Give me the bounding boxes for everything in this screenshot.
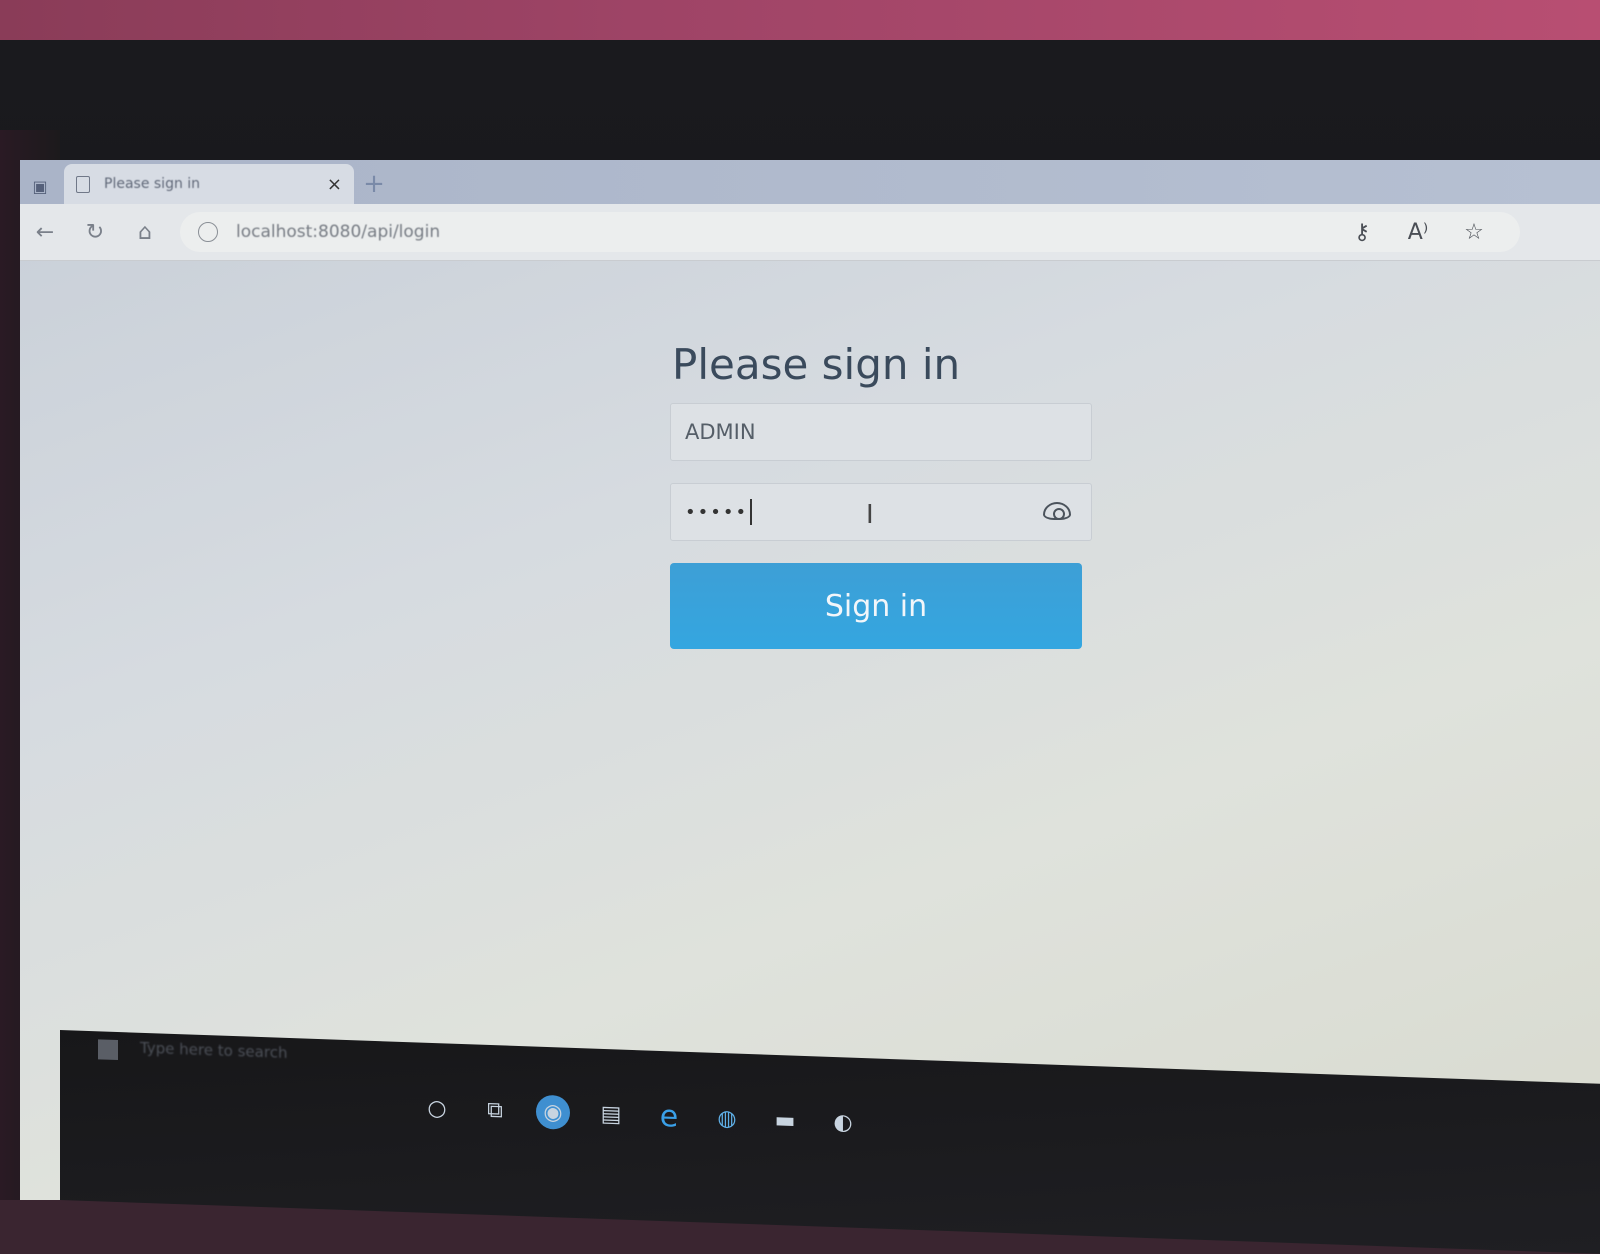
show-password-icon[interactable]: [1043, 502, 1071, 520]
chrome-icon[interactable]: ◍: [710, 1101, 744, 1136]
site-info-icon[interactable]: [198, 222, 218, 242]
page-title: Please sign in: [672, 340, 961, 389]
sign-in-button[interactable]: Sign in: [670, 563, 1082, 649]
taskbar-search[interactable]: Type here to search: [140, 1039, 287, 1062]
navigation-bar: ← ↻ ⌂ localhost:8080/api/login ⚷ A⁾ ☆: [20, 204, 1600, 261]
login-form: Please sign in ADMIN ••••• I Sign in: [670, 340, 1100, 649]
text-cursor-icon: I: [866, 500, 874, 530]
key-icon[interactable]: ⚷: [1334, 220, 1390, 245]
url-text[interactable]: localhost:8080/api/login: [236, 222, 1334, 242]
taskbar-icons: ○ ⧉ ◉ ▤ e ◍ ▬ ◐: [420, 1091, 860, 1140]
home-button[interactable]: ⌂: [120, 220, 170, 245]
read-aloud-icon[interactable]: A⁾: [1390, 220, 1446, 245]
page-icon: [76, 175, 90, 193]
tab-please-sign-in[interactable]: Please sign in ×: [64, 164, 354, 204]
edge-icon[interactable]: e: [652, 1098, 686, 1134]
new-tab-button[interactable]: +: [354, 164, 394, 204]
add-favorite-icon[interactable]: ☆: [1446, 220, 1502, 245]
username-value[interactable]: ADMIN: [685, 420, 756, 444]
text-caret: [750, 499, 753, 525]
tab-strip: ▣ Please sign in × +: [20, 160, 1600, 204]
file-explorer-icon[interactable]: ▤: [594, 1097, 628, 1132]
username-field[interactable]: ADMIN: [670, 403, 1092, 461]
terminal-icon[interactable]: ▬: [768, 1103, 802, 1138]
tab-actions-icon[interactable]: ▣: [20, 168, 60, 204]
address-bar[interactable]: localhost:8080/api/login ⚷ A⁾ ☆: [180, 212, 1520, 252]
windows-start-icon[interactable]: [98, 1039, 118, 1061]
close-tab-icon[interactable]: ×: [327, 174, 342, 195]
refresh-button[interactable]: ↻: [70, 220, 120, 245]
tab-title: Please sign in: [104, 176, 201, 192]
app-icon[interactable]: ◉: [536, 1094, 570, 1130]
app-icon-2[interactable]: ◐: [826, 1105, 860, 1140]
task-view-icon[interactable]: ⧉: [478, 1093, 512, 1128]
back-button[interactable]: ←: [20, 220, 70, 245]
cortana-icon[interactable]: ○: [420, 1091, 454, 1126]
password-value[interactable]: •••••: [685, 502, 748, 523]
password-field[interactable]: ••••• I: [670, 483, 1092, 541]
